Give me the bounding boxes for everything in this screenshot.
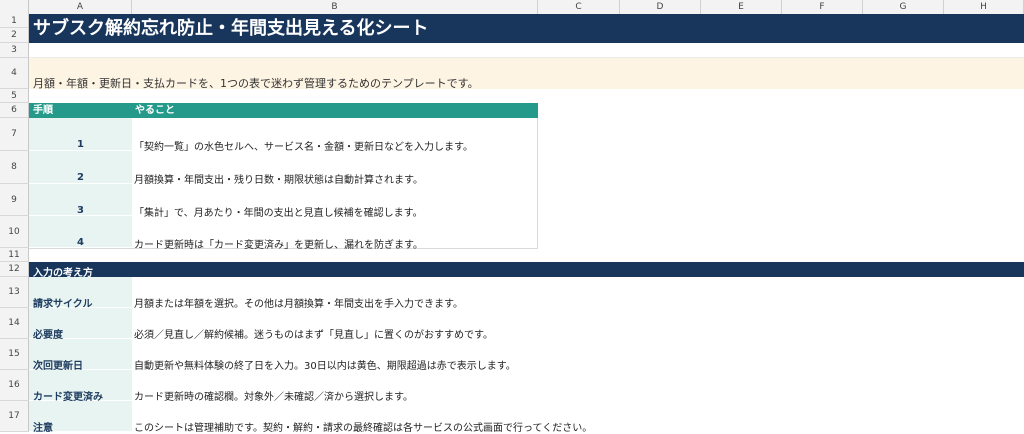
step-number: 2 (77, 172, 84, 183)
row-header-6[interactable]: 6 (0, 103, 29, 118)
row-header-3[interactable]: 3 (0, 43, 29, 58)
row-header-17[interactable]: 17 (0, 401, 29, 432)
guide-label: カード変更済み (33, 392, 103, 403)
column-header-bar: A B C D E F G H (0, 0, 1024, 15)
row-header-12[interactable]: 12 (0, 262, 29, 277)
column-header-c[interactable]: C (538, 0, 620, 14)
step-number: 4 (77, 237, 84, 248)
step-number: 3 (77, 205, 84, 216)
steps-header-label-a: 手順 (33, 105, 53, 116)
guide-text[interactable]: 月額または年額を選択。その他は月額換算・年間支出を手入力できます。 (134, 295, 463, 310)
column-header-a[interactable]: A (29, 0, 132, 14)
steps-header-label-b: やること (135, 105, 175, 116)
row-header-4[interactable]: 4 (0, 58, 29, 89)
row-header-9[interactable]: 9 (0, 184, 29, 216)
row-header-16[interactable]: 16 (0, 370, 29, 401)
section-banner[interactable] (29, 262, 1024, 277)
row-header-1[interactable]: 1 (0, 14, 29, 28)
row-header-10[interactable]: 10 (0, 216, 29, 248)
guide-text[interactable]: 必須／見直し／解約候補。迷うものはまず「見直し」に置くのがおすすめです。 (134, 326, 493, 341)
row-header-13[interactable]: 13 (0, 277, 29, 308)
column-header-f[interactable]: F (782, 0, 863, 14)
column-header-e[interactable]: E (701, 0, 782, 14)
row-header-11[interactable]: 11 (0, 248, 29, 262)
select-all-corner[interactable] (0, 0, 29, 14)
column-header-b[interactable]: B (132, 0, 538, 14)
step-text[interactable]: カード更新時は「カード変更済み」を更新し、漏れを防ぎます。 (134, 236, 423, 251)
row-header-8[interactable]: 8 (0, 151, 29, 184)
step-number: 1 (77, 139, 84, 150)
guide-label: 請求サイクル (33, 299, 93, 310)
row-header-7[interactable]: 7 (0, 118, 29, 151)
row-header-2[interactable]: 2 (0, 28, 29, 43)
row-header-15[interactable]: 15 (0, 339, 29, 370)
sheet-title: サブスク解約忘れ防止・年間支出見える化シート (33, 18, 429, 39)
step-text[interactable]: 「契約一覧」の水色セルへ、サービス名・金額・更新日などを入力します。 (134, 138, 473, 153)
column-header-d[interactable]: D (620, 0, 701, 14)
guide-text[interactable]: カード更新時の確認欄。対象外／未確認／済から選択します。 (134, 388, 413, 403)
column-header-h[interactable]: H (944, 0, 1024, 14)
step-text[interactable]: 「集計」で、月あたり・年間の支出と見直し候補を確認します。 (134, 204, 423, 219)
guide-text[interactable]: 自動更新や無料体験の終了日を入力。30日以内は黄色、期限超過は赤で表示します。 (134, 357, 516, 372)
guide-label: 次回更新日 (33, 361, 83, 372)
step-text[interactable]: 月額換算・年間支出・残り日数・期限状態は自動計算されます。 (134, 171, 423, 186)
row-header-5[interactable]: 5 (0, 89, 29, 103)
column-header-g[interactable]: G (863, 0, 944, 14)
intro-text: 月額・年額・更新日・支払カードを、1つの表で迷わず管理するためのテンプレートです… (33, 77, 479, 90)
steps-header-b[interactable]: やること (132, 103, 538, 118)
row-header-14[interactable]: 14 (0, 308, 29, 339)
steps-header-a[interactable]: 手順 (29, 103, 132, 118)
guide-label: 必要度 (33, 330, 63, 341)
